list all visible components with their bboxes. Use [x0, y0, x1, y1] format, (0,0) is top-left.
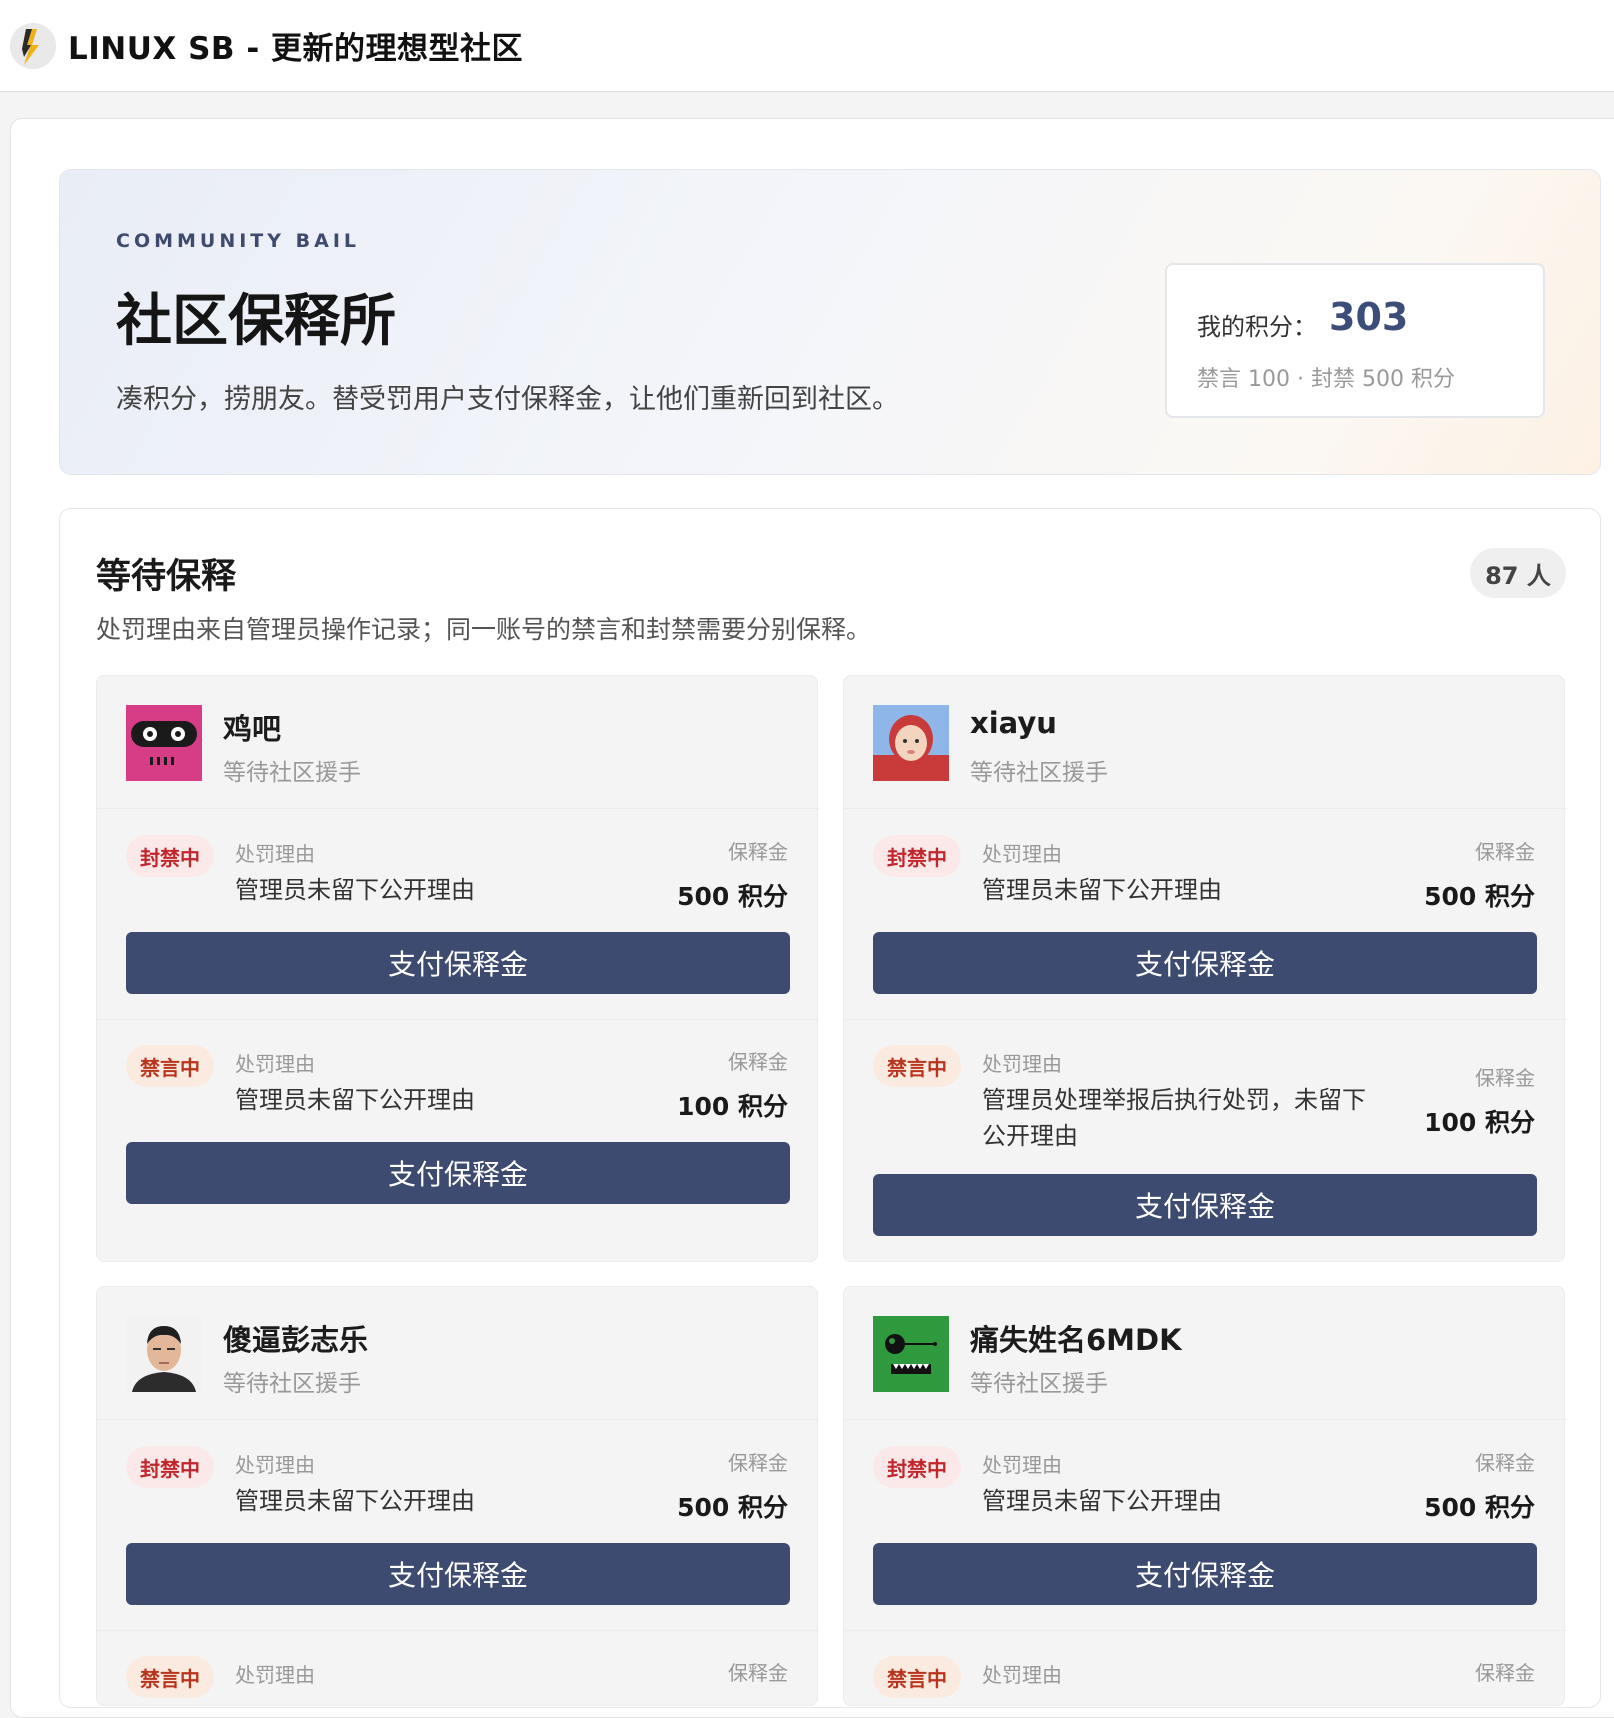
pay-bail-button[interactable]: 支付保释金 — [873, 1174, 1537, 1236]
page-title: 社区保释所 — [116, 289, 396, 354]
reason-label: 处罚理由 — [235, 842, 315, 866]
ban-tag: 封禁中 — [873, 835, 961, 877]
reason-label: 处罚理由 — [982, 842, 1062, 866]
avatar[interactable] — [873, 1316, 949, 1392]
user-status: 等待社区援手 — [970, 1371, 1108, 1397]
reason-label: 处罚理由 — [235, 1052, 315, 1076]
mute-tag: 禁言中 — [873, 1656, 961, 1698]
reason-text: 管理员未留下公开理由 — [982, 1487, 1222, 1515]
user-status: 等待社区援手 — [970, 760, 1108, 786]
divider — [844, 808, 1566, 809]
pay-bail-button[interactable]: 支付保释金 — [126, 1543, 790, 1605]
pay-bail-button[interactable]: 支付保释金 — [126, 1142, 790, 1204]
user-status: 等待社区援手 — [223, 760, 361, 786]
user-card: 傻逼彭志乐 等待社区援手 封禁中 处罚理由 管理员未留下公开理由 保释金 500… — [96, 1286, 819, 1706]
divider — [844, 1419, 1566, 1420]
bail-amount: 500 积分 — [677, 882, 788, 911]
user-status: 等待社区援手 — [223, 1371, 361, 1397]
pay-bail-button[interactable]: 支付保释金 — [873, 932, 1537, 994]
divider — [97, 1019, 819, 1020]
reason-label: 处罚理由 — [235, 1663, 315, 1687]
reason-text: 管理员处理举报后执行处罚，未留下公开理由 — [982, 1086, 1366, 1150]
mute-tag: 禁言中 — [126, 1656, 214, 1698]
site-title[interactable]: LINUX SB - 更新的理想型社区 — [68, 23, 523, 68]
site-header: LINUX SB - 更新的理想型社区 — [0, 0, 1614, 92]
bail-label: 保释金 — [728, 1661, 788, 1685]
user-card: 鸡吧 等待社区援手 封禁中 处罚理由 管理员未留下公开理由 保释金 500 积分… — [96, 675, 819, 1262]
divider — [97, 808, 819, 809]
waiting-title: 等待保释 — [96, 557, 237, 597]
user-card: 痛失姓名6MDK 等待社区援手 封禁中 处罚理由 管理员未留下公开理由 保释金 … — [843, 1286, 1566, 1706]
divider — [844, 1630, 1566, 1631]
pay-bail-button[interactable]: 支付保释金 — [126, 932, 790, 994]
user-card: xiayu 等待社区援手 封禁中 处罚理由 管理员未留下公开理由 保释金 500… — [843, 675, 1566, 1262]
points-label: 我的积分： — [1197, 313, 1317, 341]
avatar[interactable] — [126, 1316, 202, 1392]
bail-amount: 100 积分 — [677, 1092, 788, 1121]
reason-label: 处罚理由 — [982, 1453, 1062, 1477]
mute-tag: 禁言中 — [126, 1045, 214, 1087]
bail-amount: 500 积分 — [1424, 882, 1535, 911]
site-logo-icon[interactable] — [10, 22, 56, 69]
divider — [97, 1419, 819, 1420]
points-rule: 禁言 100 · 封禁 500 积分 — [1197, 367, 1455, 392]
hero-subtitle: 凑积分，捞朋友。替受罚用户支付保释金，让他们重新回到社区。 — [116, 384, 899, 415]
my-points-box: 我的积分： 303 禁言 100 · 封禁 500 积分 — [1165, 263, 1545, 418]
user-name[interactable]: 痛失姓名6MDK — [970, 1317, 1182, 1359]
waiting-count-badge: 87 人 — [1470, 548, 1566, 598]
reason-label: 处罚理由 — [982, 1052, 1062, 1076]
bail-label: 保释金 — [728, 1451, 788, 1475]
bail-label: 保释金 — [1475, 1661, 1535, 1685]
bail-amount: 100 积分 — [1424, 1108, 1535, 1137]
reason-label: 处罚理由 — [982, 1663, 1062, 1687]
bail-label: 保释金 — [728, 1050, 788, 1074]
bail-label: 保释金 — [1475, 1451, 1535, 1475]
user-name[interactable]: 傻逼彭志乐 — [223, 1317, 368, 1359]
bail-label: 保释金 — [1475, 840, 1535, 864]
avatar[interactable] — [873, 705, 949, 781]
user-name[interactable]: xiayu — [970, 706, 1057, 740]
hero-eyebrow: COMMUNITY BAIL — [116, 230, 361, 252]
ban-tag: 封禁中 — [126, 835, 214, 877]
divider — [844, 1019, 1566, 1020]
reason-text: 管理员未留下公开理由 — [235, 1487, 475, 1515]
points-value: 303 — [1329, 295, 1409, 339]
reason-label: 处罚理由 — [235, 1453, 315, 1477]
user-name[interactable]: 鸡吧 — [223, 706, 281, 748]
avatar[interactable] — [126, 705, 202, 781]
bail-amount: 500 积分 — [677, 1493, 788, 1522]
reason-text: 管理员未留下公开理由 — [982, 876, 1222, 904]
ban-tag: 封禁中 — [126, 1446, 214, 1488]
ban-tag: 封禁中 — [873, 1446, 961, 1488]
reason-text: 管理员未留下公开理由 — [235, 876, 475, 904]
bail-label: 保释金 — [728, 840, 788, 864]
mute-tag: 禁言中 — [873, 1045, 961, 1087]
bail-label: 保释金 — [1475, 1066, 1535, 1090]
pay-bail-button[interactable]: 支付保释金 — [873, 1543, 1537, 1605]
bail-amount: 500 积分 — [1424, 1493, 1535, 1522]
waiting-description: 处罚理由来自管理员操作记录；同一账号的禁言和封禁需要分别保释。 — [96, 615, 872, 644]
reason-text: 管理员未留下公开理由 — [235, 1086, 475, 1114]
divider — [97, 1630, 819, 1631]
